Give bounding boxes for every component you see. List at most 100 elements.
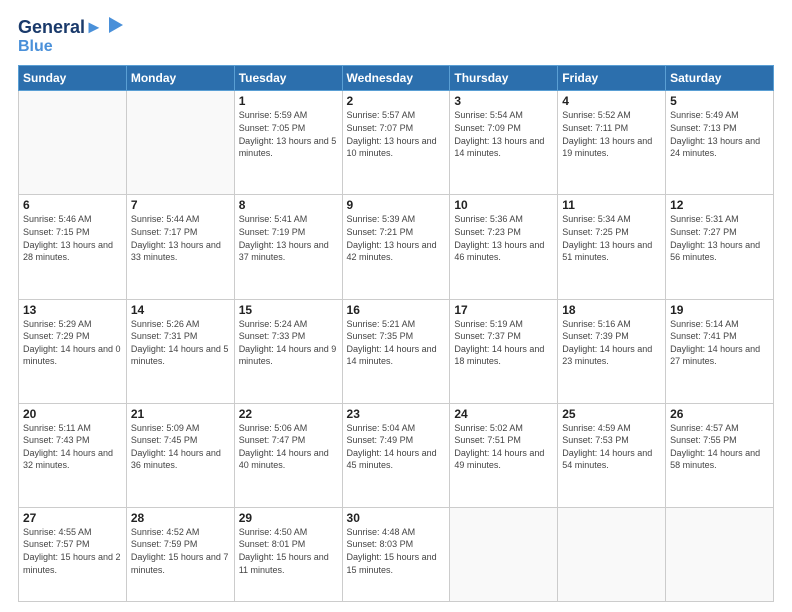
calendar-cell bbox=[450, 507, 558, 601]
day-number: 13 bbox=[23, 303, 122, 317]
day-info: Sunrise: 5:02 AM Sunset: 7:51 PM Dayligh… bbox=[454, 422, 553, 472]
calendar-cell bbox=[126, 91, 234, 195]
col-header-friday: Friday bbox=[558, 66, 666, 91]
calendar-cell: 8Sunrise: 5:41 AM Sunset: 7:19 PM Daylig… bbox=[234, 195, 342, 299]
day-info: Sunrise: 5:16 AM Sunset: 7:39 PM Dayligh… bbox=[562, 318, 661, 368]
day-number: 12 bbox=[670, 198, 769, 212]
day-number: 28 bbox=[131, 511, 230, 525]
calendar-cell: 6Sunrise: 5:46 AM Sunset: 7:15 PM Daylig… bbox=[19, 195, 127, 299]
day-number: 27 bbox=[23, 511, 122, 525]
calendar-cell: 1Sunrise: 5:59 AM Sunset: 7:05 PM Daylig… bbox=[234, 91, 342, 195]
logo-icon bbox=[105, 15, 127, 37]
col-header-monday: Monday bbox=[126, 66, 234, 91]
calendar-cell: 12Sunrise: 5:31 AM Sunset: 7:27 PM Dayli… bbox=[666, 195, 774, 299]
day-number: 20 bbox=[23, 407, 122, 421]
day-number: 15 bbox=[239, 303, 338, 317]
day-number: 18 bbox=[562, 303, 661, 317]
page: General► Blue SundayMondayTuesdayWednesd… bbox=[0, 0, 792, 612]
logo: General► Blue bbox=[18, 18, 127, 55]
calendar-cell bbox=[558, 507, 666, 601]
day-number: 26 bbox=[670, 407, 769, 421]
day-info: Sunrise: 5:36 AM Sunset: 7:23 PM Dayligh… bbox=[454, 213, 553, 263]
calendar-header-row: SundayMondayTuesdayWednesdayThursdayFrid… bbox=[19, 66, 774, 91]
day-number: 7 bbox=[131, 198, 230, 212]
day-info: Sunrise: 5:54 AM Sunset: 7:09 PM Dayligh… bbox=[454, 109, 553, 159]
day-info: Sunrise: 5:09 AM Sunset: 7:45 PM Dayligh… bbox=[131, 422, 230, 472]
calendar-cell: 28Sunrise: 4:52 AM Sunset: 7:59 PM Dayli… bbox=[126, 507, 234, 601]
day-info: Sunrise: 5:44 AM Sunset: 7:17 PM Dayligh… bbox=[131, 213, 230, 263]
day-info: Sunrise: 4:55 AM Sunset: 7:57 PM Dayligh… bbox=[23, 526, 122, 576]
col-header-wednesday: Wednesday bbox=[342, 66, 450, 91]
day-info: Sunrise: 5:46 AM Sunset: 7:15 PM Dayligh… bbox=[23, 213, 122, 263]
day-number: 10 bbox=[454, 198, 553, 212]
day-number: 6 bbox=[23, 198, 122, 212]
day-info: Sunrise: 4:57 AM Sunset: 7:55 PM Dayligh… bbox=[670, 422, 769, 472]
day-number: 23 bbox=[347, 407, 446, 421]
day-info: Sunrise: 5:29 AM Sunset: 7:29 PM Dayligh… bbox=[23, 318, 122, 368]
calendar-cell: 24Sunrise: 5:02 AM Sunset: 7:51 PM Dayli… bbox=[450, 403, 558, 507]
calendar-cell: 3Sunrise: 5:54 AM Sunset: 7:09 PM Daylig… bbox=[450, 91, 558, 195]
day-number: 24 bbox=[454, 407, 553, 421]
calendar-cell: 18Sunrise: 5:16 AM Sunset: 7:39 PM Dayli… bbox=[558, 299, 666, 403]
calendar-cell: 17Sunrise: 5:19 AM Sunset: 7:37 PM Dayli… bbox=[450, 299, 558, 403]
day-info: Sunrise: 4:48 AM Sunset: 8:03 PM Dayligh… bbox=[347, 526, 446, 576]
calendar-cell: 9Sunrise: 5:39 AM Sunset: 7:21 PM Daylig… bbox=[342, 195, 450, 299]
calendar-cell: 23Sunrise: 5:04 AM Sunset: 7:49 PM Dayli… bbox=[342, 403, 450, 507]
calendar-cell: 11Sunrise: 5:34 AM Sunset: 7:25 PM Dayli… bbox=[558, 195, 666, 299]
calendar-cell: 2Sunrise: 5:57 AM Sunset: 7:07 PM Daylig… bbox=[342, 91, 450, 195]
calendar-cell: 30Sunrise: 4:48 AM Sunset: 8:03 PM Dayli… bbox=[342, 507, 450, 601]
day-number: 19 bbox=[670, 303, 769, 317]
day-info: Sunrise: 5:04 AM Sunset: 7:49 PM Dayligh… bbox=[347, 422, 446, 472]
col-header-saturday: Saturday bbox=[666, 66, 774, 91]
day-number: 11 bbox=[562, 198, 661, 212]
day-number: 25 bbox=[562, 407, 661, 421]
day-info: Sunrise: 5:26 AM Sunset: 7:31 PM Dayligh… bbox=[131, 318, 230, 368]
day-number: 21 bbox=[131, 407, 230, 421]
col-header-sunday: Sunday bbox=[19, 66, 127, 91]
calendar-table: SundayMondayTuesdayWednesdayThursdayFrid… bbox=[18, 65, 774, 602]
calendar-cell: 22Sunrise: 5:06 AM Sunset: 7:47 PM Dayli… bbox=[234, 403, 342, 507]
calendar-cell: 21Sunrise: 5:09 AM Sunset: 7:45 PM Dayli… bbox=[126, 403, 234, 507]
day-info: Sunrise: 5:57 AM Sunset: 7:07 PM Dayligh… bbox=[347, 109, 446, 159]
calendar-cell bbox=[666, 507, 774, 601]
calendar-cell: 26Sunrise: 4:57 AM Sunset: 7:55 PM Dayli… bbox=[666, 403, 774, 507]
day-info: Sunrise: 5:19 AM Sunset: 7:37 PM Dayligh… bbox=[454, 318, 553, 368]
calendar-week-row: 13Sunrise: 5:29 AM Sunset: 7:29 PM Dayli… bbox=[19, 299, 774, 403]
day-info: Sunrise: 5:34 AM Sunset: 7:25 PM Dayligh… bbox=[562, 213, 661, 263]
day-number: 4 bbox=[562, 94, 661, 108]
day-number: 16 bbox=[347, 303, 446, 317]
day-info: Sunrise: 5:11 AM Sunset: 7:43 PM Dayligh… bbox=[23, 422, 122, 472]
calendar-cell: 29Sunrise: 4:50 AM Sunset: 8:01 PM Dayli… bbox=[234, 507, 342, 601]
day-info: Sunrise: 5:49 AM Sunset: 7:13 PM Dayligh… bbox=[670, 109, 769, 159]
day-number: 9 bbox=[347, 198, 446, 212]
day-number: 1 bbox=[239, 94, 338, 108]
day-number: 14 bbox=[131, 303, 230, 317]
calendar-cell: 20Sunrise: 5:11 AM Sunset: 7:43 PM Dayli… bbox=[19, 403, 127, 507]
day-number: 30 bbox=[347, 511, 446, 525]
calendar-cell: 25Sunrise: 4:59 AM Sunset: 7:53 PM Dayli… bbox=[558, 403, 666, 507]
calendar-cell: 27Sunrise: 4:55 AM Sunset: 7:57 PM Dayli… bbox=[19, 507, 127, 601]
day-info: Sunrise: 5:21 AM Sunset: 7:35 PM Dayligh… bbox=[347, 318, 446, 368]
day-info: Sunrise: 4:52 AM Sunset: 7:59 PM Dayligh… bbox=[131, 526, 230, 576]
calendar-cell bbox=[19, 91, 127, 195]
day-info: Sunrise: 5:52 AM Sunset: 7:11 PM Dayligh… bbox=[562, 109, 661, 159]
calendar-week-row: 20Sunrise: 5:11 AM Sunset: 7:43 PM Dayli… bbox=[19, 403, 774, 507]
day-number: 22 bbox=[239, 407, 338, 421]
logo-text: General► bbox=[18, 18, 103, 38]
col-header-tuesday: Tuesday bbox=[234, 66, 342, 91]
day-number: 29 bbox=[239, 511, 338, 525]
calendar-cell: 13Sunrise: 5:29 AM Sunset: 7:29 PM Dayli… bbox=[19, 299, 127, 403]
calendar-week-row: 1Sunrise: 5:59 AM Sunset: 7:05 PM Daylig… bbox=[19, 91, 774, 195]
logo-text-blue: Blue bbox=[18, 38, 127, 56]
day-number: 8 bbox=[239, 198, 338, 212]
day-info: Sunrise: 4:50 AM Sunset: 8:01 PM Dayligh… bbox=[239, 526, 338, 576]
col-header-thursday: Thursday bbox=[450, 66, 558, 91]
day-number: 17 bbox=[454, 303, 553, 317]
day-info: Sunrise: 5:41 AM Sunset: 7:19 PM Dayligh… bbox=[239, 213, 338, 263]
day-info: Sunrise: 5:06 AM Sunset: 7:47 PM Dayligh… bbox=[239, 422, 338, 472]
day-info: Sunrise: 5:14 AM Sunset: 7:41 PM Dayligh… bbox=[670, 318, 769, 368]
calendar-cell: 4Sunrise: 5:52 AM Sunset: 7:11 PM Daylig… bbox=[558, 91, 666, 195]
calendar-cell: 14Sunrise: 5:26 AM Sunset: 7:31 PM Dayli… bbox=[126, 299, 234, 403]
calendar-week-row: 27Sunrise: 4:55 AM Sunset: 7:57 PM Dayli… bbox=[19, 507, 774, 601]
calendar-week-row: 6Sunrise: 5:46 AM Sunset: 7:15 PM Daylig… bbox=[19, 195, 774, 299]
